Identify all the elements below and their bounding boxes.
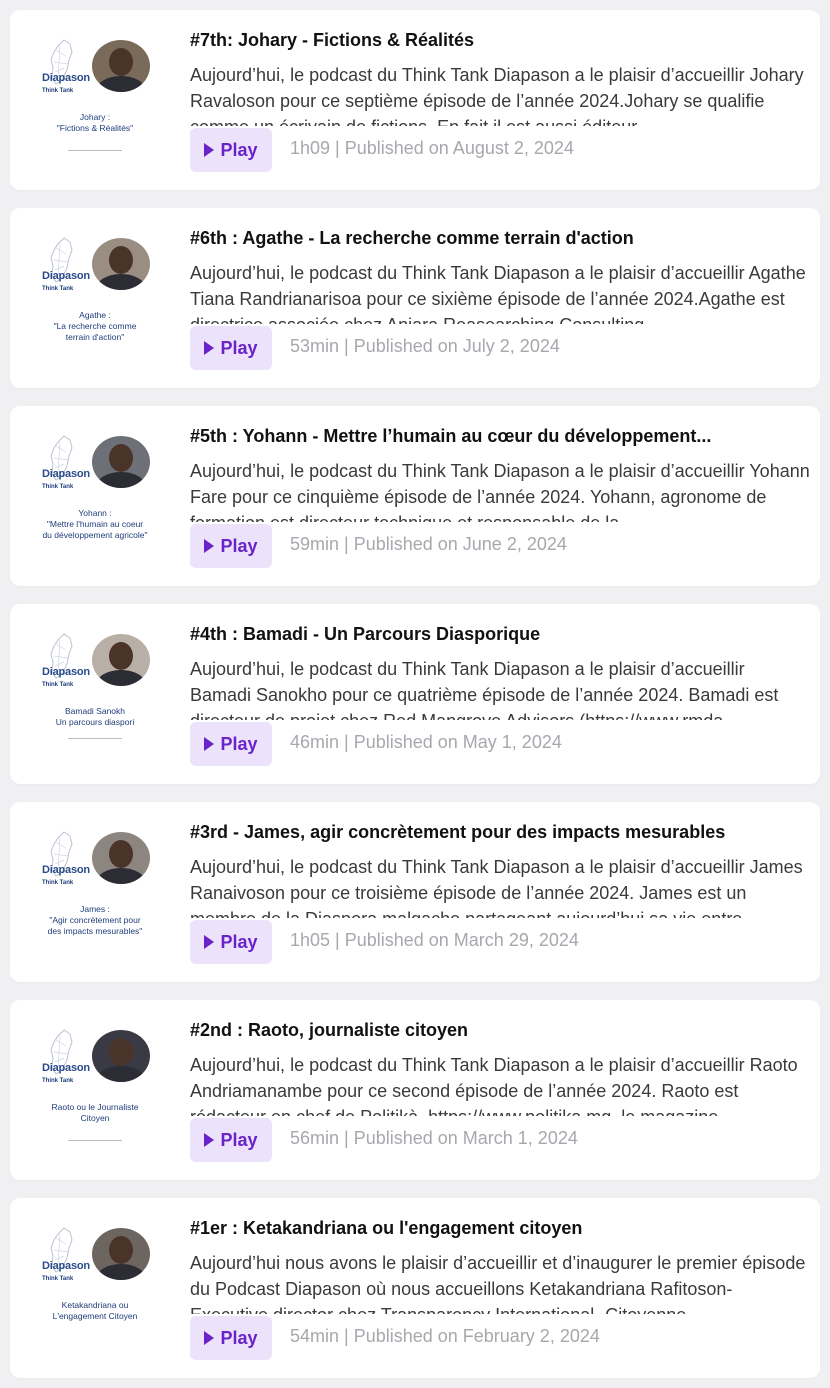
episode-card[interactable]: Diapason Think Tank Ketakandriana ou L'e… <box>10 1198 820 1378</box>
play-button[interactable]: Play <box>190 1316 272 1360</box>
play-label: Play <box>220 931 258 952</box>
brand-name: Diapason <box>42 270 90 282</box>
cover-caption: Raoto ou le Journaliste Citoyen <box>51 1102 139 1123</box>
episode-description: Aujourd’hui, le podcast du Think Tank Di… <box>190 1055 798 1116</box>
play-button[interactable]: Play <box>190 128 272 172</box>
caption-divider <box>68 1140 122 1141</box>
episode-card[interactable]: Diapason Think Tank Agathe : "La recherc… <box>10 208 820 388</box>
episode-meta: 54min | Published on February 2, 2024 <box>290 1326 600 1346</box>
brand-tag: Think Tank <box>42 88 74 94</box>
episode-meta: 1h05 | Published on March 29, 2024 <box>290 930 579 950</box>
episode-description: Aujourd’hui nous avons le plaisir d’accu… <box>190 1253 806 1314</box>
brand-name: Diapason <box>42 468 90 480</box>
episode-card[interactable]: Diapason Think Tank James : "Agir concrè… <box>10 802 820 982</box>
guest-avatar <box>92 1228 150 1280</box>
play-label: Play <box>220 139 258 160</box>
play-button[interactable]: Play <box>190 1118 272 1162</box>
play-icon <box>204 539 215 553</box>
play-label: Play <box>220 733 258 754</box>
episode-title[interactable]: #3rd - James, agir concrètement pour des… <box>190 822 810 843</box>
brand-tag: Think Tank <box>42 682 74 688</box>
brand-name: Diapason <box>42 666 90 678</box>
play-button[interactable]: Play <box>190 722 272 766</box>
episode-cover: Diapason Think Tank James : "Agir concrè… <box>32 824 158 950</box>
play-label: Play <box>220 1129 258 1150</box>
guest-avatar <box>92 436 150 488</box>
episode-list: Diapason Think Tank Johary : "Fictions &… <box>0 0 830 1388</box>
episode-card[interactable]: Diapason Think Tank Raoto ou le Journali… <box>10 1000 820 1180</box>
cover-caption: Ketakandriana ou L'engagement Citoyen <box>52 1300 138 1321</box>
episode-cover: Diapason Think Tank Agathe : "La recherc… <box>32 230 158 356</box>
brand-name: Diapason <box>42 1062 90 1074</box>
brand-name: Diapason <box>42 864 90 876</box>
brand-tag: Think Tank <box>42 286 74 292</box>
episode-title[interactable]: #6th : Agathe - La recherche comme terra… <box>190 228 810 249</box>
guest-avatar <box>92 40 150 92</box>
episode-meta: 1h09 | Published on August 2, 2024 <box>290 138 574 158</box>
brand-tag: Think Tank <box>42 484 74 490</box>
play-label: Play <box>220 337 258 358</box>
play-icon <box>204 935 215 949</box>
play-button[interactable]: Play <box>190 326 272 370</box>
episode-meta: 46min | Published on May 1, 2024 <box>290 732 562 752</box>
episode-description: Aujourd’hui, le podcast du Think Tank Di… <box>190 65 804 126</box>
cover-caption: Johary : "Fictions & Réalités" <box>56 112 134 133</box>
play-label: Play <box>220 535 258 556</box>
play-icon <box>204 341 215 355</box>
play-icon <box>204 1133 215 1147</box>
episode-title[interactable]: #4th : Bamadi - Un Parcours Diasporique <box>190 624 810 645</box>
play-button[interactable]: Play <box>190 920 272 964</box>
play-label: Play <box>220 1327 258 1348</box>
episode-description: Aujourd’hui, le podcast du Think Tank Di… <box>190 461 810 522</box>
brand-name: Diapason <box>42 72 90 84</box>
caption-divider <box>68 150 122 151</box>
episode-title[interactable]: #1er : Ketakandriana ou l'engagement cit… <box>190 1218 810 1239</box>
play-icon <box>204 737 215 751</box>
guest-avatar <box>92 832 150 884</box>
episode-description: Aujourd’hui, le podcast du Think Tank Di… <box>190 857 803 918</box>
episode-cover: Diapason Think Tank Ketakandriana ou L'e… <box>32 1220 158 1346</box>
episode-card[interactable]: Diapason Think Tank Johary : "Fictions &… <box>10 10 820 190</box>
episode-title[interactable]: #2nd : Raoto, journaliste citoyen <box>190 1020 810 1041</box>
brand-tag: Think Tank <box>42 1078 74 1084</box>
cover-caption: Yohann : "Mettre l'humain au coeur du dé… <box>42 508 148 540</box>
brand-name: Diapason <box>42 1260 90 1272</box>
episode-meta: 59min | Published on June 2, 2024 <box>290 534 567 554</box>
cover-caption: James : "Agir concrètement pour des impa… <box>47 904 143 936</box>
episode-title[interactable]: #7th: Johary - Fictions & Réalités <box>190 30 810 51</box>
caption-divider <box>68 738 122 739</box>
episode-description: Aujourd’hui, le podcast du Think Tank Di… <box>190 263 806 324</box>
guest-avatar <box>92 1030 150 1082</box>
play-icon <box>204 1331 215 1345</box>
brand-tag: Think Tank <box>42 880 74 886</box>
guest-avatar <box>92 634 150 686</box>
brand-tag: Think Tank <box>42 1276 74 1282</box>
cover-caption: Bamadi Sanokh Un parcours diaspori <box>55 706 135 727</box>
episode-meta: 56min | Published on March 1, 2024 <box>290 1128 578 1148</box>
play-button[interactable]: Play <box>190 524 272 568</box>
play-icon <box>204 143 215 157</box>
episode-meta: 53min | Published on July 2, 2024 <box>290 336 560 356</box>
episode-card[interactable]: Diapason Think Tank Bamadi Sanokh Un par… <box>10 604 820 784</box>
episode-cover: Diapason Think Tank Raoto ou le Journali… <box>32 1022 158 1148</box>
episode-card[interactable]: Diapason Think Tank Yohann : "Mettre l'h… <box>10 406 820 586</box>
episode-cover: Diapason Think Tank Bamadi Sanokh Un par… <box>32 626 158 752</box>
episode-description: Aujourd’hui, le podcast du Think Tank Di… <box>190 659 779 720</box>
episode-cover: Diapason Think Tank Johary : "Fictions &… <box>32 32 158 158</box>
cover-caption: Agathe : "La recherche comme terrain d'a… <box>53 310 137 342</box>
episode-cover: Diapason Think Tank Yohann : "Mettre l'h… <box>32 428 158 554</box>
guest-avatar <box>92 238 150 290</box>
episode-title[interactable]: #5th : Yohann - Mettre l’humain au cœur … <box>190 426 810 447</box>
